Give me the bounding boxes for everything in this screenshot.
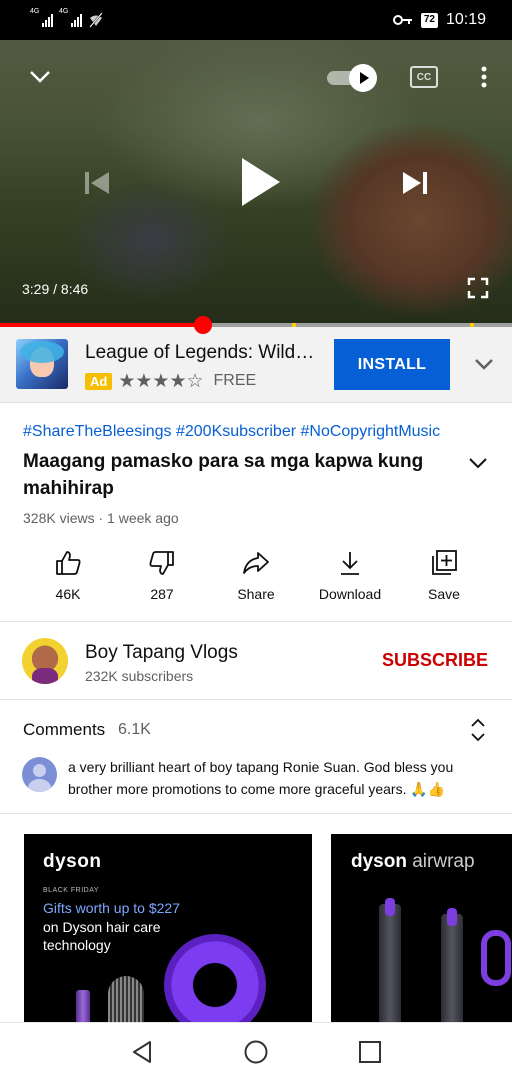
dislike-icon xyxy=(149,551,174,575)
back-icon[interactable] xyxy=(128,1037,158,1067)
ad-marker xyxy=(470,323,474,327)
previous-video-icon[interactable] xyxy=(80,166,114,200)
hair-dryer-product-image xyxy=(164,934,266,1022)
channel-subscriber-count: 232K subscribers xyxy=(85,668,194,684)
cell-signal-2-icon: 4G xyxy=(59,8,82,27)
ad-meta: Ad ★★★★☆ FREE xyxy=(85,370,256,392)
network-type-label: 4G xyxy=(59,8,69,15)
install-button[interactable]: INSTALL xyxy=(334,339,450,390)
ad-badge: Ad xyxy=(85,372,113,390)
subscribe-button[interactable]: SUBSCRIBE xyxy=(382,650,488,671)
promo-brand-logo: dyson airwrap xyxy=(351,851,475,873)
divider xyxy=(0,699,512,700)
key-icon xyxy=(392,15,412,25)
next-video-icon[interactable] xyxy=(398,166,432,200)
brush-product-image xyxy=(108,976,144,1022)
recents-icon[interactable] xyxy=(355,1037,385,1067)
share-icon xyxy=(243,552,269,574)
styler-product-image xyxy=(76,990,90,1022)
ad-expand-chevron-icon[interactable] xyxy=(472,355,496,373)
cell-signal-1-icon: 4G xyxy=(30,8,53,27)
comments-expand-icon[interactable] xyxy=(468,716,488,744)
ad-title[interactable]: League of Legends: Wild… xyxy=(85,342,314,364)
download-icon xyxy=(341,552,359,575)
seek-bar[interactable] xyxy=(0,316,512,334)
promo-card[interactable]: dyson airwrap xyxy=(331,834,512,1022)
status-left: 4G 4G xyxy=(30,8,104,28)
save-button[interactable]: Save xyxy=(394,540,494,602)
promo-cards-carousel[interactable]: dyson BLACK FRIDAY Gifts worth up to $22… xyxy=(0,814,512,1022)
rating-stars-icon: ★★★★☆ xyxy=(118,370,204,392)
captions-button[interactable]: CC xyxy=(410,66,438,88)
download-button[interactable]: Download xyxy=(300,540,400,602)
action-row: 46K 287 Share Download Save xyxy=(0,540,512,620)
promo-brand-name: dyson xyxy=(351,851,407,872)
like-count: 46K xyxy=(55,586,81,602)
airwrap-attachment-image xyxy=(481,930,511,986)
promo-eyebrow: BLACK FRIDAY xyxy=(43,887,100,894)
like-icon xyxy=(56,551,81,575)
system-nav-bar xyxy=(0,1022,512,1080)
dislike-button[interactable]: 287 xyxy=(112,540,212,602)
channel-avatar[interactable] xyxy=(22,638,68,684)
promo-card[interactable]: dyson BLACK FRIDAY Gifts worth up to $22… xyxy=(24,834,312,1022)
download-label: Download xyxy=(318,586,382,602)
comments-count: 6.1K xyxy=(118,721,151,738)
save-label: Save xyxy=(428,586,460,602)
network-type-label: 4G xyxy=(30,8,40,15)
play-icon[interactable] xyxy=(234,154,284,210)
divider xyxy=(0,621,512,622)
autoplay-play-icon xyxy=(360,72,369,84)
seek-bar-played xyxy=(0,323,204,327)
dislike-count: 287 xyxy=(150,586,174,602)
promo-product-name: airwrap xyxy=(412,851,475,872)
like-button[interactable]: 46K xyxy=(18,540,118,602)
playback-time: 3:29 / 8:46 xyxy=(22,281,89,297)
clock: 10:19 xyxy=(445,11,486,28)
home-icon[interactable] xyxy=(241,1037,271,1067)
channel-name[interactable]: Boy Tapang Vlogs xyxy=(85,642,238,664)
autoplay-toggle[interactable] xyxy=(327,64,379,92)
share-button[interactable]: Share xyxy=(206,540,306,602)
battery-indicator: 72 xyxy=(420,12,438,28)
video-views-date: 328K views · 1 week ago xyxy=(23,510,179,526)
video-player[interactable]: CC 3:29 / 8:46 xyxy=(0,40,512,325)
airwrap-product-image xyxy=(441,908,463,1022)
promo-headline: Gifts worth up to $227 xyxy=(43,900,180,916)
commenter-avatar xyxy=(22,757,57,792)
fullscreen-icon[interactable] xyxy=(466,276,490,300)
ad-marker xyxy=(292,323,296,327)
video-title[interactable]: Maagang pamasko para sa mga kapwa kung m… xyxy=(23,448,453,502)
promo-brand-logo: dyson xyxy=(43,851,102,872)
collapse-chevron-icon[interactable] xyxy=(26,64,54,88)
more-options-icon[interactable] xyxy=(474,62,494,92)
status-bar: 4G 4G 72 10:19 xyxy=(0,0,512,40)
airwrap-product-image xyxy=(379,898,401,1022)
video-hashtags[interactable]: #ShareTheBleesings #200Ksubscriber #NoCo… xyxy=(23,423,440,441)
share-label: Share xyxy=(237,586,275,602)
wifi-off-icon xyxy=(89,12,103,28)
save-to-playlist-icon xyxy=(432,550,457,575)
status-right: 72 10:19 xyxy=(392,11,486,29)
comments-header[interactable]: Comments xyxy=(23,720,105,740)
top-comment-text[interactable]: a very brilliant heart of boy tapang Ron… xyxy=(68,756,488,800)
ad-price: FREE xyxy=(213,372,257,389)
description-expand-chevron-icon[interactable] xyxy=(466,454,490,472)
ad-app-icon[interactable] xyxy=(16,339,68,389)
